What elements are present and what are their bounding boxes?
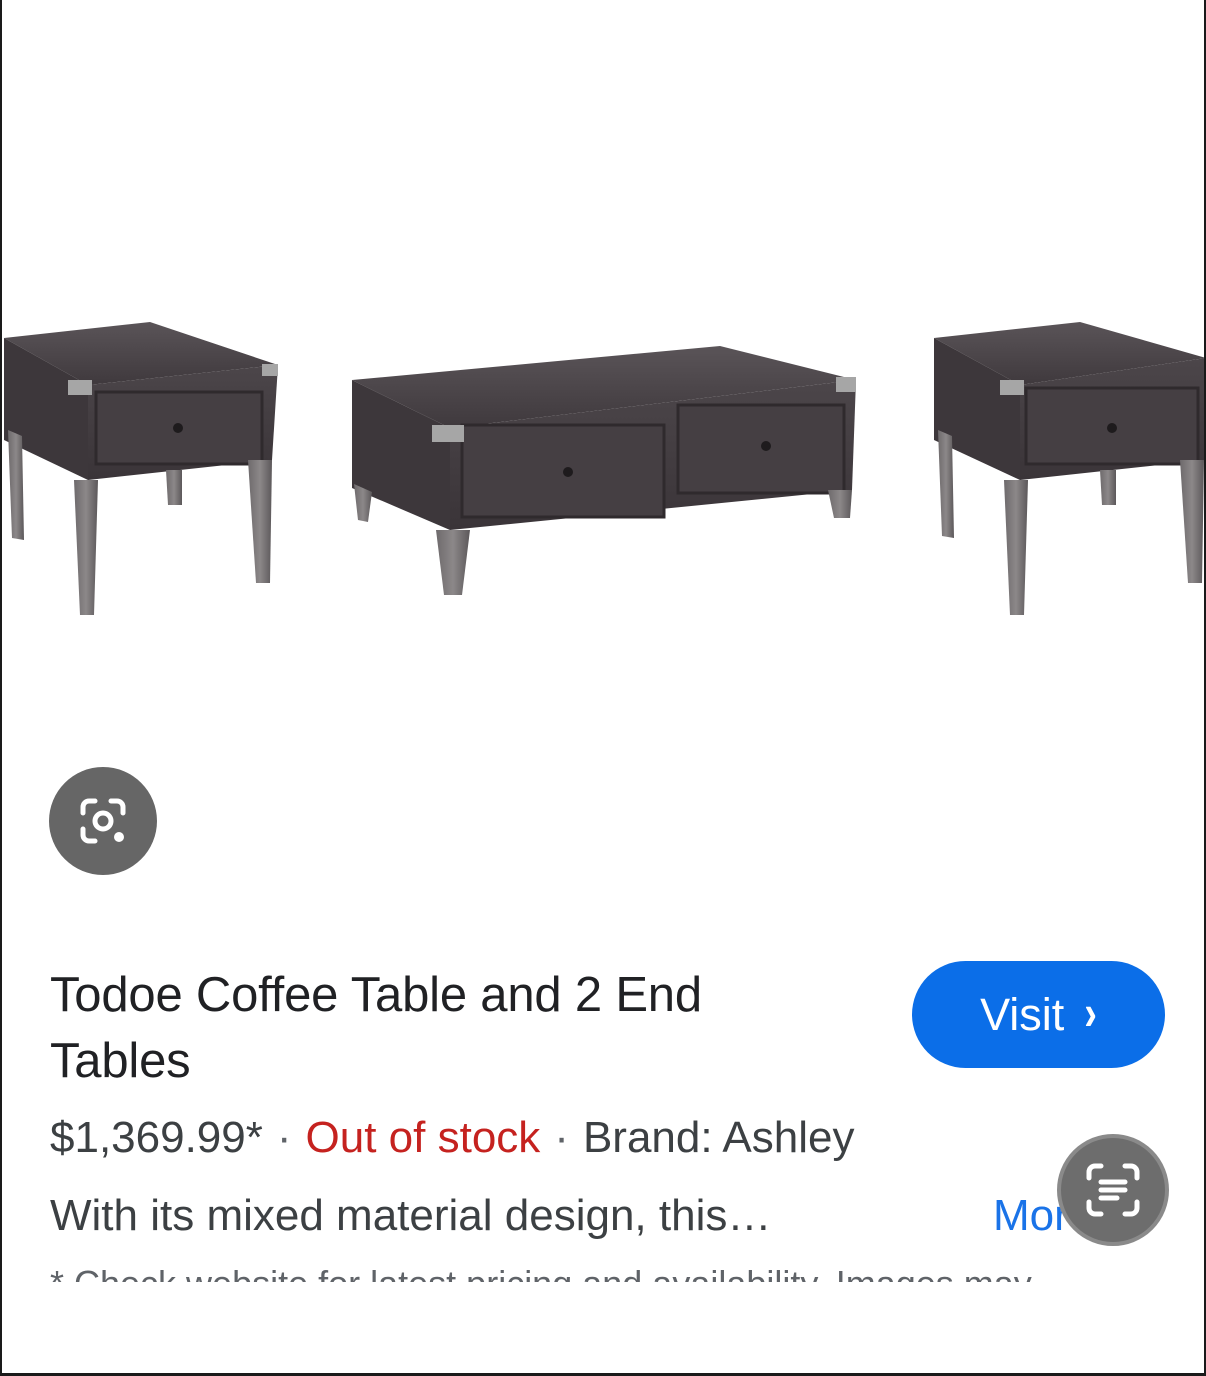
text-select-icon	[1086, 1163, 1140, 1217]
coffee-table-set-image	[4, 322, 1206, 615]
product-description: With its mixed material design, this…	[50, 1191, 772, 1240]
meta-separator: ·	[554, 1113, 569, 1162]
lens-camera-icon	[80, 798, 126, 844]
disclaimer-container: * Check website for latest pricing and a…	[50, 1262, 1165, 1282]
stock-status: Out of stock	[305, 1113, 541, 1162]
coffee-table	[352, 346, 856, 595]
text-select-button[interactable]	[1057, 1134, 1169, 1246]
chevron-right-icon: ›	[1084, 986, 1097, 1042]
product-price: $1,369.99*	[50, 1113, 263, 1162]
right-end-table	[934, 322, 1206, 615]
product-image[interactable]	[0, 0, 1206, 760]
meta-separator: ·	[276, 1113, 292, 1162]
disclaimer-text: * Check website for latest pricing and a…	[50, 1262, 1165, 1282]
left-end-table	[4, 322, 278, 615]
visit-button[interactable]: Visit ›	[912, 961, 1165, 1068]
visit-button-label: Visit	[980, 988, 1065, 1040]
product-title[interactable]: Todoe Coffee Table and 2 End Tables	[50, 962, 850, 1094]
lens-button[interactable]	[49, 767, 157, 875]
product-meta: $1,369.99* · Out of stock · Brand: Ashley	[50, 1110, 854, 1166]
product-brand: Brand: Ashley	[582, 1113, 855, 1162]
